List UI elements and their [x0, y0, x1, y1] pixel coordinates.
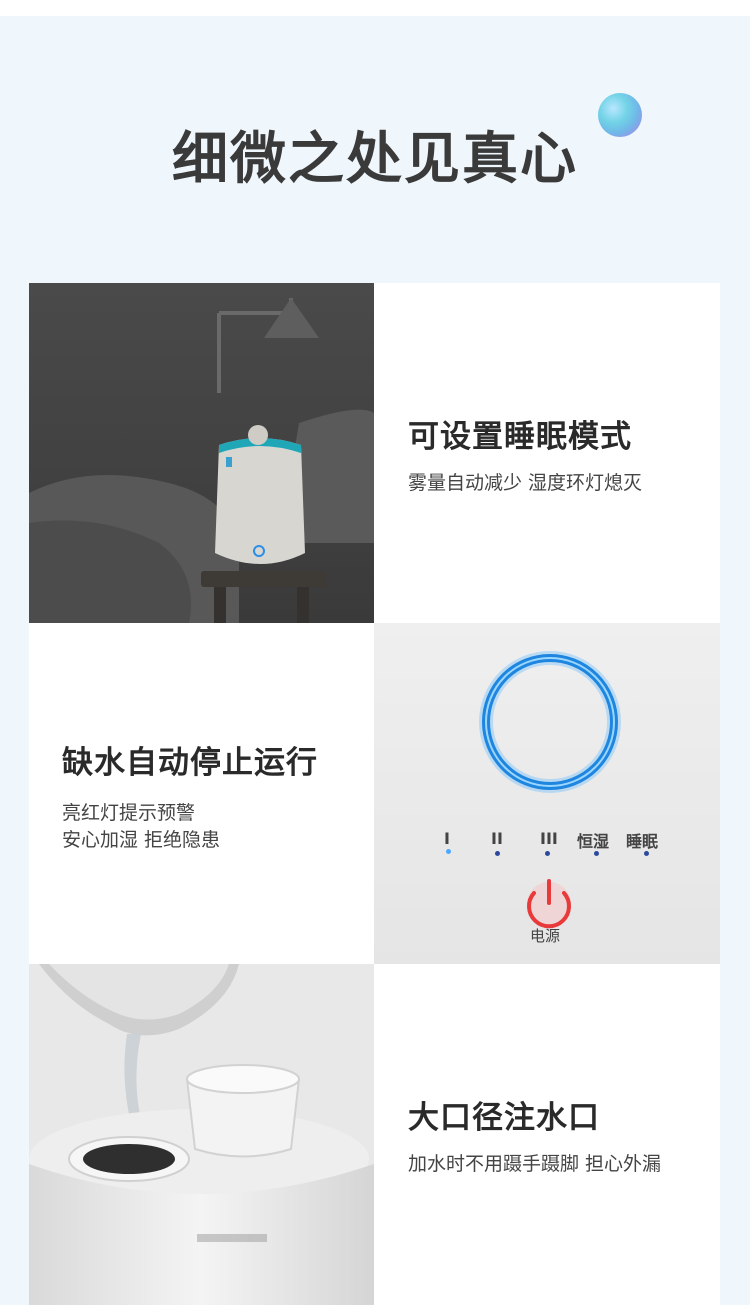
indicator-dot — [446, 849, 451, 854]
control-panel-photo: I II III 恒湿 睡眠 电源 — [374, 623, 720, 964]
feature-description: 加水时不用蹑手蹑脚 担心外漏 — [408, 1153, 662, 1175]
mist-level-3-label: III — [540, 829, 558, 848]
feature-title: 可设置睡眠模式 — [408, 419, 632, 455]
feature-card-wide-fill-opening: 大口径注水口 加水时不用蹑手蹑脚 担心外漏 — [374, 964, 720, 1305]
feature-title: 缺水自动停止运行 — [62, 745, 318, 781]
bedroom-humidifier-photo — [29, 283, 374, 623]
mist-level-2-label: II — [491, 829, 503, 848]
feature-card-low-water-stop: 缺水自动停止运行 亮红灯提示预警 安心加湿 拒绝隐患 — [29, 623, 374, 964]
feature-title: 大口径注水口 — [408, 1100, 600, 1136]
feature-description-line: 安心加湿 拒绝隐患 — [62, 829, 221, 851]
indicator-dot — [545, 851, 550, 856]
feature-description-line: 亮红灯提示预警 — [62, 802, 196, 824]
bedroom-scene-illustration — [29, 298, 374, 623]
mist-level-1-label: I — [444, 829, 450, 848]
indicator-dot — [594, 851, 599, 856]
indicator-dot — [644, 851, 649, 856]
feature-description: 雾量自动减少 湿度环灯熄灭 — [408, 472, 643, 494]
power-label: 电源 — [530, 927, 561, 945]
page: 细微之处见真心 可设置睡眠模式 雾量自动减少 湿度环灯熄灭 缺水自动停止运行 亮… — [0, 0, 750, 1305]
humidity-ring-icon — [479, 651, 621, 929]
constant-humidity-mode-label: 恒湿 — [577, 832, 610, 851]
sleep-mode-label: 睡眠 — [626, 832, 659, 851]
indicator-dot — [495, 851, 500, 856]
top-strip — [0, 0, 750, 16]
gradient-orb-decoration — [598, 93, 642, 137]
water-filling-photo — [29, 964, 374, 1305]
water-pouring-illustration — [29, 964, 374, 1305]
feature-card-sleep-mode: 可设置睡眠模式 雾量自动减少 湿度环灯熄灭 — [374, 283, 720, 623]
